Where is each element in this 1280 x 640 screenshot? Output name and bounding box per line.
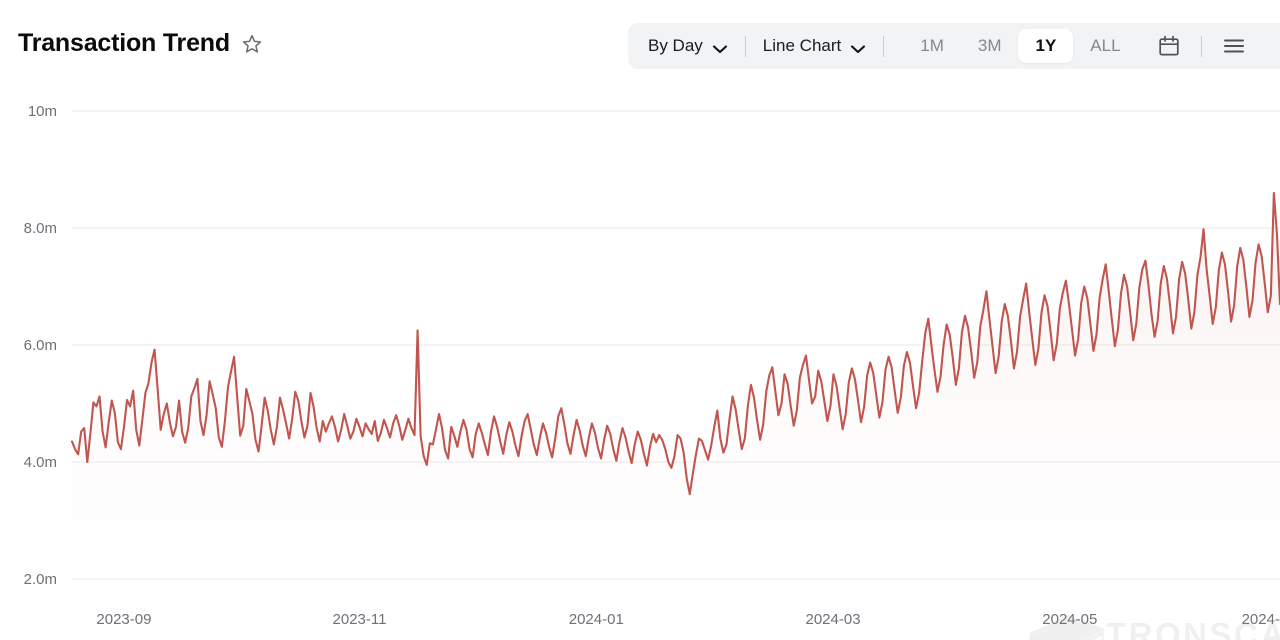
- hamburger-menu-icon[interactable]: [1219, 31, 1249, 61]
- title-group: Transaction Trend: [18, 28, 263, 58]
- calendar-icon[interactable]: [1154, 31, 1184, 61]
- toolbar-divider-1: [745, 36, 746, 57]
- range-button-3m[interactable]: 3M: [961, 29, 1019, 63]
- chevron-down-icon: [712, 41, 728, 51]
- interval-select[interactable]: By Day: [648, 23, 728, 69]
- x-axis-tick-label: 2024-05: [1042, 611, 1097, 628]
- y-axis-tick-label: 8.0m: [24, 220, 57, 237]
- chevron-down-icon: [850, 41, 866, 51]
- toolbar-divider-2: [883, 36, 884, 57]
- range-button-1y[interactable]: 1Y: [1018, 29, 1073, 63]
- page-title: Transaction Trend: [18, 28, 230, 58]
- range-button-group: 1M 3M 1Y ALL: [903, 29, 1137, 63]
- y-axis-tick-label: 6.0m: [24, 337, 57, 354]
- chart-type-select[interactable]: Line Chart: [763, 23, 866, 69]
- page-header: Transaction Trend By Day Line Chart: [0, 0, 1280, 90]
- interval-select-label: By Day: [648, 36, 703, 56]
- y-axis-tick-label: 2.0m: [24, 571, 57, 588]
- x-axis-labels: 2023-09 2023-11 2024-01 2024-03 2024-05 2024-…: [96, 611, 1280, 628]
- star-icon[interactable]: [241, 33, 263, 55]
- y-axis-labels: 2.0m 4.0m 6.0m 8.0m 10m: [24, 103, 57, 588]
- chart-toolbar: By Day Line Chart 1M 3M: [628, 23, 1280, 69]
- range-button-all[interactable]: ALL: [1073, 29, 1137, 63]
- chart-container[interactable]: 2.0m4.0m6.0m8.0m10m TRONSCAN 2023-092023…: [0, 90, 1280, 640]
- transaction-trend-page: Transaction Trend By Day Line Chart: [0, 0, 1280, 640]
- chart-type-select-label: Line Chart: [763, 36, 841, 56]
- toolbar-icons: [1154, 31, 1249, 61]
- chart-area-fill: [72, 193, 1280, 579]
- x-axis-tick-label: 2024-07: [1242, 611, 1280, 628]
- x-axis-tick-label: 2024-01: [569, 611, 624, 628]
- y-axis-tick-label: 10m: [28, 103, 57, 120]
- toolbar-divider-3: [1201, 36, 1202, 57]
- x-axis-tick-label: 2024-03: [806, 611, 861, 628]
- x-axis-tick-label: 2023-09: [96, 611, 151, 628]
- transaction-trend-line-chart[interactable]: 2.0m4.0m6.0m8.0m10m TRONSCAN 2023-092023…: [0, 90, 1280, 640]
- range-button-1m[interactable]: 1M: [903, 29, 961, 63]
- y-axis-tick-label: 4.0m: [24, 454, 57, 471]
- x-axis-tick-label: 2023-11: [333, 611, 387, 628]
